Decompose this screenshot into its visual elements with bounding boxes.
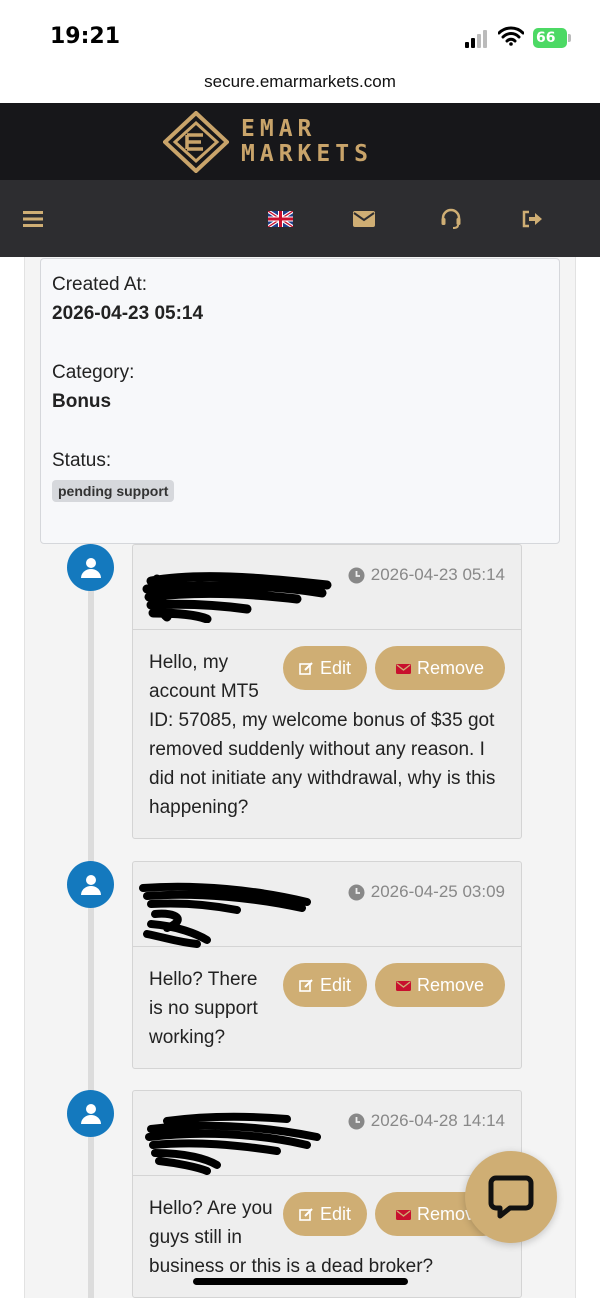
battery-icon: 66 [533, 28, 571, 48]
edit-button-label: Edit [319, 657, 352, 678]
status-time: 19:21 [50, 24, 121, 49]
live-chat-button[interactable] [465, 1151, 557, 1243]
category-label: Category: [52, 362, 135, 383]
sign-out-icon[interactable] [517, 204, 547, 234]
message-timestamp: 2026-04-25 03:09 [348, 882, 505, 902]
created-at-label: Created At: [52, 274, 148, 295]
envelope-remove-icon [395, 1209, 411, 1220]
message-header: 2026-04-25 03:09 [133, 862, 521, 948]
envelope-icon[interactable] [349, 204, 379, 234]
edit-icon [299, 978, 313, 992]
battery-level: 66 [533, 28, 567, 48]
envelope-remove-icon [395, 663, 411, 674]
message-time-text: 2026-04-25 03:09 [370, 882, 505, 901]
message-actions: Edit Remove [283, 646, 505, 690]
address-bar[interactable]: secure.emarmarkets.com [0, 66, 600, 103]
menu-icon[interactable] [18, 204, 48, 234]
redaction-scribble [139, 882, 311, 948]
uk-flag-icon[interactable] [265, 204, 295, 234]
redaction-scribble [145, 1112, 321, 1175]
clock-icon [348, 884, 365, 900]
edit-button[interactable]: Edit [283, 1192, 367, 1236]
created-at-value: 2026-04-23 05:14 [52, 303, 204, 324]
message-body: Edit Remove Hello, my account MT5 ID: 57… [133, 630, 521, 838]
edit-button[interactable]: Edit [283, 963, 367, 1007]
clock-icon [348, 567, 365, 583]
message-card: 2026-04-25 03:09 Edit Remove Hello? Ther… [132, 861, 522, 1069]
home-indicator[interactable] [193, 1278, 408, 1285]
nav-bar [0, 180, 600, 257]
clock-icon [348, 1113, 365, 1129]
headset-icon[interactable] [436, 204, 466, 234]
message-header: 2026-04-28 14:14 [133, 1091, 521, 1176]
edit-button-label: Edit [319, 1203, 352, 1224]
message-timestamp: 2026-04-28 14:14 [348, 1111, 505, 1131]
edit-icon [299, 661, 313, 675]
cellular-signal-icon [465, 30, 491, 48]
emar-logo-icon[interactable] [163, 111, 229, 173]
redaction-scribble [142, 572, 332, 623]
remove-button[interactable]: Remove [375, 646, 505, 690]
category-value: Bonus [52, 391, 112, 412]
ticket-info-card: Created At: 2026-04-23 05:14 Category: B… [40, 258, 560, 544]
status-label: Status: [52, 450, 112, 471]
edit-button-label: Edit [319, 974, 352, 995]
envelope-remove-icon [395, 980, 411, 991]
status-badge: pending support [52, 480, 175, 502]
remove-button[interactable]: Remove [375, 963, 505, 1007]
brand-line-1: EMAR [241, 116, 317, 142]
wifi-icon [497, 26, 525, 46]
user-avatar-icon [67, 544, 114, 591]
message-card: 2026-04-28 14:14 Edit Remove Hello? Are … [132, 1090, 522, 1298]
status-bar: 19:21 66 [0, 0, 600, 66]
message-timestamp: 2026-04-23 05:14 [348, 565, 505, 585]
edit-icon [299, 1207, 313, 1221]
chat-bubble-icon [488, 1175, 534, 1219]
message-card: 2026-04-23 05:14 Edit Remove Hello, my a… [132, 544, 522, 839]
message-body: Edit Remove Hello? There is no support w… [133, 947, 521, 1068]
message-header: 2026-04-23 05:14 [133, 545, 521, 630]
edit-button[interactable]: Edit [283, 646, 367, 690]
timeline-line [88, 560, 94, 1298]
user-avatar-icon [67, 861, 114, 908]
remove-button-label: Remove [416, 657, 485, 678]
brand-name[interactable]: EMAR MARKETS [241, 117, 373, 167]
message-time-text: 2026-04-23 05:14 [370, 565, 505, 584]
user-avatar-icon [67, 1090, 114, 1137]
remove-button-label: Remove [416, 974, 485, 995]
site-header: EMAR MARKETS [0, 103, 600, 180]
brand-line-2: MARKETS [241, 141, 373, 167]
message-time-text: 2026-04-28 14:14 [370, 1111, 505, 1130]
message-actions: Edit Remove [283, 963, 505, 1007]
